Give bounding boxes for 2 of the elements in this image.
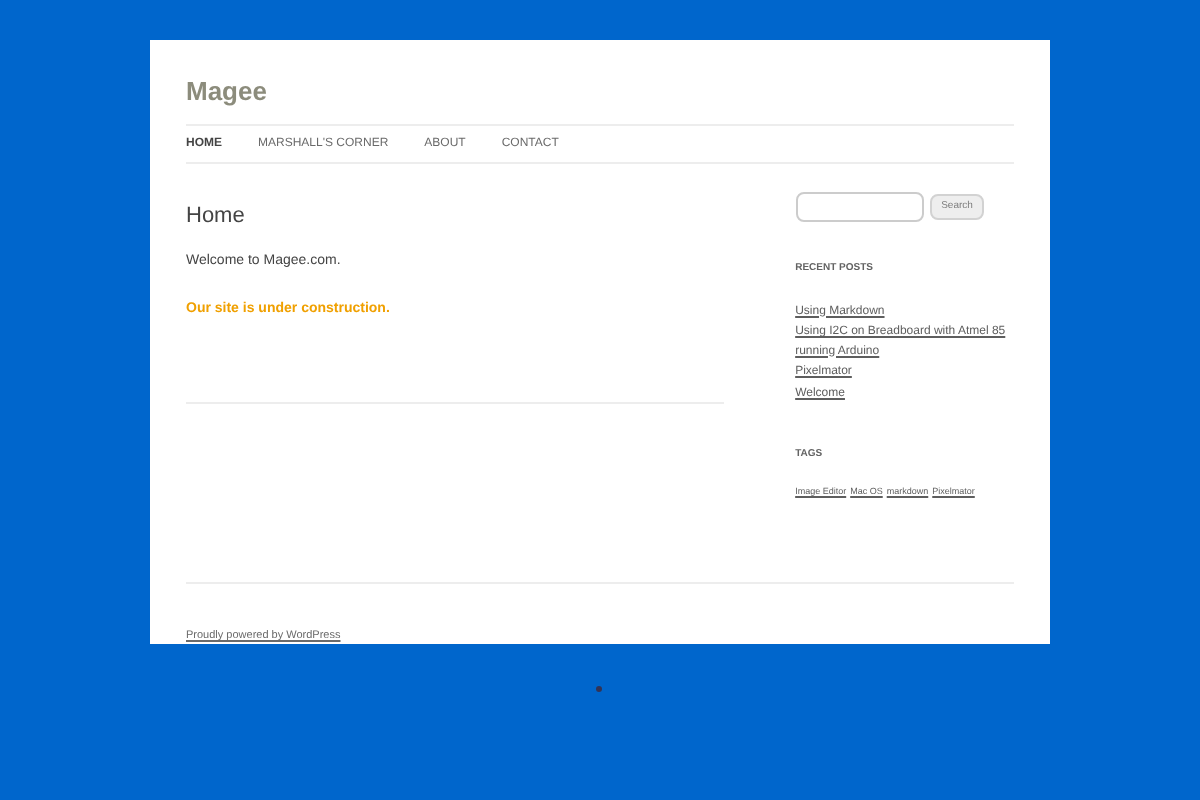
page-title: Home — [186, 202, 247, 232]
search-field[interactable] — [795, 192, 924, 222]
